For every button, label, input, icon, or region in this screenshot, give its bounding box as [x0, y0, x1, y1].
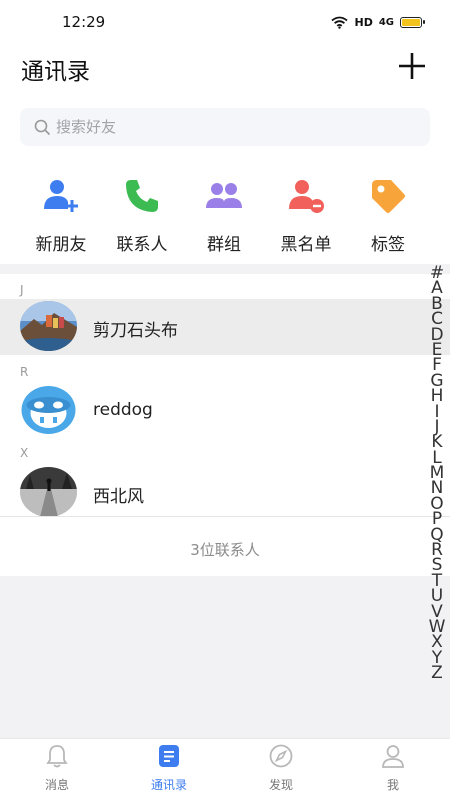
status-time: 12:29 [62, 13, 106, 31]
search-input[interactable] [56, 118, 416, 136]
bottom-tab-bar: 消息 通讯录 发现 我 [0, 738, 450, 800]
battery-icon [400, 16, 425, 28]
search-icon [34, 119, 51, 135]
search-section [0, 92, 450, 162]
tab-label: 通讯录 [150, 778, 187, 792]
tab-label: 发现 [268, 778, 293, 792]
tab-messages[interactable]: 消息 [12, 743, 102, 793]
tags-button[interactable]: 标签 [343, 176, 433, 255]
wifi-icon [331, 16, 349, 29]
contact-name: reddog [93, 400, 153, 420]
search-box[interactable] [20, 108, 430, 146]
blacklist-button[interactable]: 黑名单 [261, 176, 351, 255]
divider [0, 516, 450, 517]
mascot-avatar [20, 385, 77, 435]
contact-row[interactable]: 西北风 [0, 465, 450, 521]
header: 通讯录 [0, 44, 450, 92]
phone-icon [126, 180, 158, 212]
quick-actions: 新朋友 联系人 群组 黑名单 标签 [0, 162, 450, 264]
landscape-avatar [20, 301, 77, 351]
signal-indicator: 4G [378, 16, 394, 28]
bw-photo-avatar [20, 467, 77, 517]
section-letter-j: J [20, 283, 24, 297]
blacklist-label: 黑名单 [280, 235, 332, 255]
contacts-label: 联系人 [116, 235, 168, 255]
contact-row[interactable]: reddog [0, 383, 450, 439]
tab-label: 我 [386, 778, 399, 792]
compass-icon [269, 744, 293, 768]
section-letter-x: X [20, 446, 29, 460]
add-icon[interactable] [394, 48, 430, 84]
tab-contacts[interactable]: 通讯录 [124, 743, 214, 793]
groups-button[interactable]: 群组 [179, 176, 269, 255]
alpha-index-letter[interactable]: Z [431, 664, 443, 681]
tag-icon [372, 180, 405, 213]
add-user-icon [44, 180, 78, 212]
page-title: 通讯录 [21, 59, 90, 85]
network-type: HD [354, 15, 373, 29]
status-icons: HD 4G [331, 13, 425, 31]
contacts-list: J 剪刀石头布 R reddog X 西北风 3位联系人 [0, 274, 450, 576]
section-letter-r: R [20, 365, 29, 379]
bell-icon [46, 745, 68, 768]
group-icon [206, 183, 242, 208]
contact-name: 西北风 [93, 487, 144, 507]
new-friends-button[interactable]: 新朋友 [16, 176, 106, 255]
tab-label: 消息 [44, 778, 69, 792]
contact-row[interactable]: 剪刀石头布 [0, 299, 450, 355]
groups-label: 群组 [207, 235, 241, 255]
block-user-icon [289, 180, 324, 213]
status-bar: 12:29 HD 4G [0, 0, 450, 44]
alphabet-index[interactable]: # A B C D E F G H I J K L M N O P Q R S T U V W X Y Z [429, 264, 446, 682]
new-friends-label: 新朋友 [35, 235, 87, 255]
person-icon [382, 745, 404, 768]
tab-me[interactable]: 我 [348, 743, 438, 793]
contact-count: 3位联系人 [190, 541, 260, 559]
contacts-icon [159, 745, 179, 767]
contact-name: 剪刀石头布 [93, 321, 178, 341]
tags-label: 标签 [371, 235, 405, 255]
contacts-button[interactable]: 联系人 [97, 176, 187, 255]
tab-discover[interactable]: 发现 [236, 743, 326, 793]
